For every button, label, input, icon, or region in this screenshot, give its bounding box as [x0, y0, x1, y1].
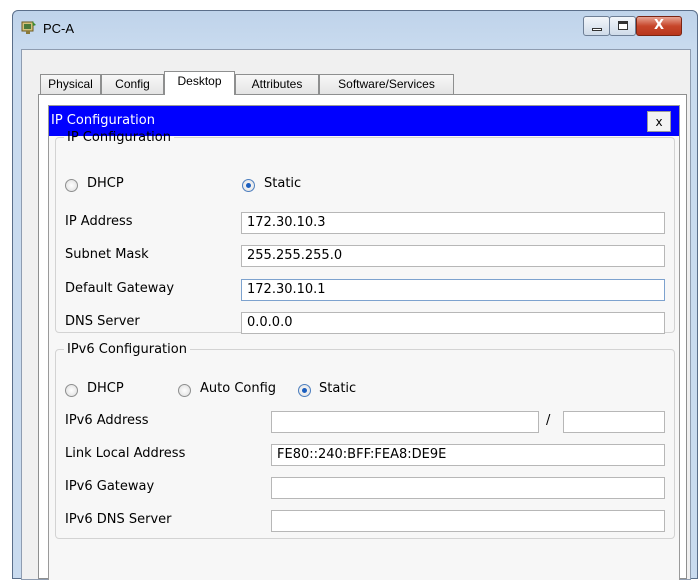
- ipv4-group-legend: IP Configuration: [67, 130, 171, 145]
- close-icon: X: [653, 18, 665, 33]
- ipv4-dhcp-radio[interactable]: [65, 179, 78, 192]
- ipv6-auto-config-label: Auto Config: [200, 381, 277, 396]
- tab-config[interactable]: Config: [101, 74, 164, 94]
- maximize-button[interactable]: [609, 16, 636, 36]
- minimize-button[interactable]: [583, 16, 610, 36]
- link-local-address-label: Link Local Address: [65, 446, 186, 461]
- desktop-tab-panel: IP Configuration x IP Configuration DHCP…: [38, 94, 687, 580]
- pc-window: PC-A X Physical Config Desktop Attribute…: [12, 10, 698, 580]
- tab-physical[interactable]: Physical: [40, 74, 101, 94]
- ipv6-gateway-label: IPv6 Gateway: [65, 479, 155, 494]
- ipv6-prefix-length-input[interactable]: [563, 411, 665, 433]
- maximize-icon: [618, 21, 628, 30]
- title-bar[interactable]: PC-A X: [13, 11, 697, 43]
- tab-desktop[interactable]: Desktop: [164, 71, 235, 95]
- dialog-title: IP Configuration: [51, 113, 155, 128]
- default-gateway-input[interactable]: 172.30.10.1: [241, 279, 665, 301]
- dialog-close-button[interactable]: x: [647, 111, 671, 132]
- dns-server-label: DNS Server: [65, 314, 140, 329]
- ipv6-auto-config-radio[interactable]: [178, 384, 191, 397]
- close-window-button[interactable]: X: [636, 16, 682, 36]
- prefix-separator: /: [546, 413, 551, 428]
- subnet-mask-input[interactable]: 255.255.255.0: [241, 245, 665, 267]
- ipv4-static-radio[interactable]: [242, 179, 255, 192]
- ip-address-label: IP Address: [65, 214, 133, 229]
- ip-address-input[interactable]: 172.30.10.3: [241, 212, 665, 234]
- ip-configuration-dialog: IP Configuration x IP Configuration DHCP…: [48, 105, 680, 580]
- ipv4-static-label: Static: [264, 176, 302, 191]
- subnet-mask-label: Subnet Mask: [65, 247, 149, 262]
- ipv6-address-label: IPv6 Address: [65, 413, 149, 428]
- ipv6-address-input[interactable]: [271, 411, 539, 433]
- ipv6-dhcp-label: DHCP: [87, 381, 124, 396]
- ipv6-dns-server-label: IPv6 DNS Server: [65, 512, 172, 527]
- window-client-area: Physical Config Desktop Attributes Softw…: [21, 49, 691, 580]
- ipv6-group-legend: IPv6 Configuration: [67, 342, 187, 357]
- ipv4-dhcp-label: DHCP: [87, 176, 124, 191]
- window-title: PC-A: [43, 21, 75, 36]
- ipv6-dhcp-radio[interactable]: [65, 384, 78, 397]
- default-gateway-label: Default Gateway: [65, 281, 175, 296]
- dns-server-input[interactable]: 0.0.0.0: [241, 312, 665, 334]
- tab-attributes[interactable]: Attributes: [235, 74, 319, 94]
- link-local-address-input[interactable]: FE80::240:BFF:FEA8:DE9E: [271, 444, 665, 466]
- tab-software-services[interactable]: Software/Services: [319, 74, 454, 94]
- ipv6-dns-server-input[interactable]: [271, 510, 665, 532]
- ipv6-gateway-input[interactable]: [271, 477, 665, 499]
- minimize-icon: [592, 28, 602, 31]
- packet-tracer-pc-icon: [21, 21, 36, 34]
- ipv6-static-radio[interactable]: [298, 384, 311, 397]
- ipv6-static-label: Static: [319, 381, 357, 396]
